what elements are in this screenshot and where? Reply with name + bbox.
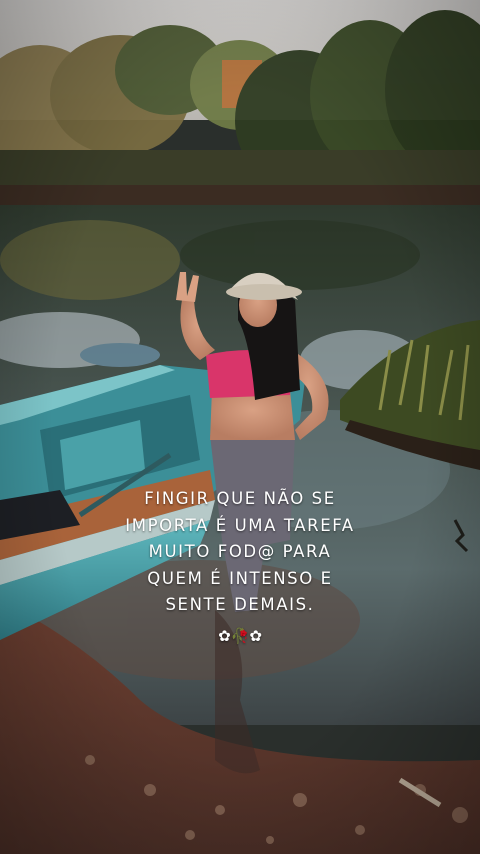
scene-illustration xyxy=(0,0,480,854)
caption-text: FINGIR QUE NÃO SE IMPORTA É UMA TAREFA M… xyxy=(0,486,480,649)
caption-line: MUITO FOD@ PARA xyxy=(148,542,332,561)
flower-rose-icon-row: ✿🥀✿ xyxy=(218,626,262,645)
caption-line: QUEM É INTENSO E xyxy=(147,568,333,588)
caption-line: SENTE DEMAIS. xyxy=(165,595,315,614)
photo-scene: FINGIR QUE NÃO SE IMPORTA É UMA TAREFA M… xyxy=(0,0,480,854)
caption-line: FINGIR QUE NÃO SE xyxy=(144,489,336,508)
caption-line: IMPORTA É UMA TAREFA xyxy=(125,515,355,535)
